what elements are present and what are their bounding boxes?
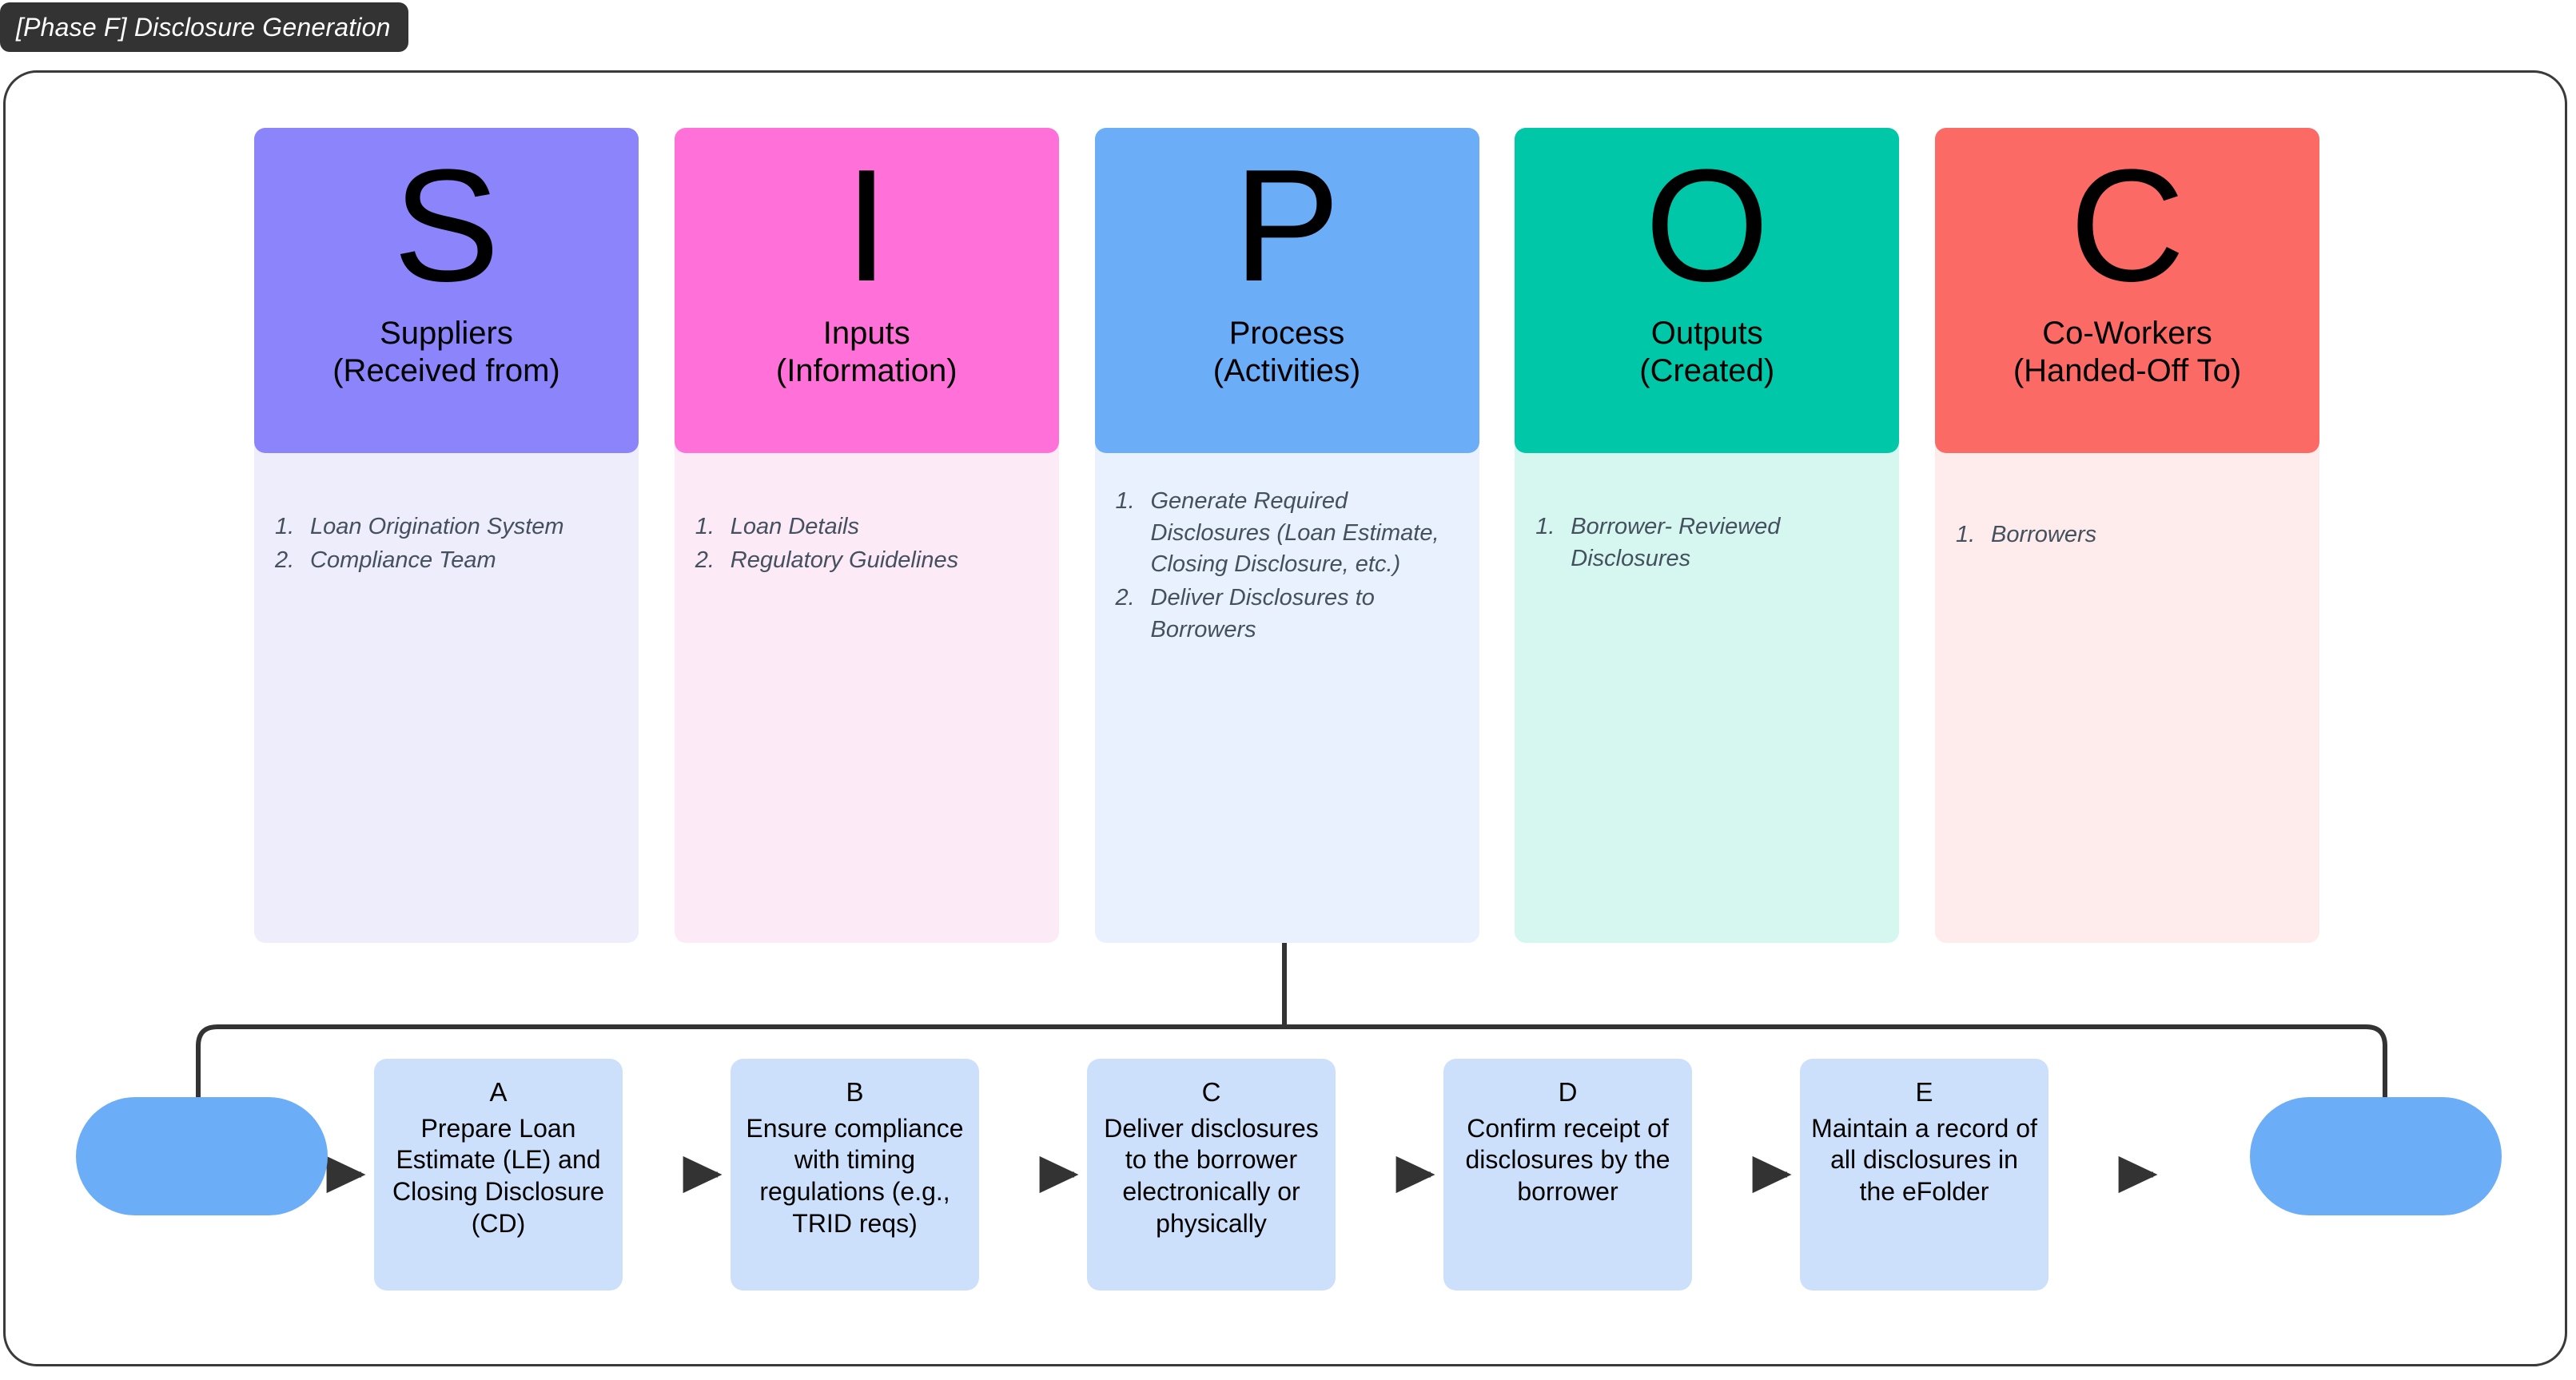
list-item: 1. Generate Required Disclosures (Loan E… [1116,486,1459,581]
list-item: 2. Deliver Disclosures to Borrowers [1116,583,1459,646]
sipoc-body-process: 1. Generate Required Disclosures (Loan E… [1094,431,1479,943]
list-item-number: 1. [1535,514,1555,539]
list-item-number: 1. [695,514,715,539]
list-item-text: Compliance Team [310,547,496,573]
sipoc-title-line2: (Activities) [1212,353,1361,389]
list-item-number: 1. [1956,522,1976,547]
sipoc-column-process: 1. Generate Required Disclosures (Loan E… [1094,128,1479,943]
sipoc-letter: S [392,137,500,315]
sipoc-letter: O [1644,137,1770,315]
list-item: 1. Loan Origination System [275,511,618,543]
list-item-number: 2. [275,547,295,573]
sipoc-header-outputs: O Outputs (Created) [1515,128,1900,453]
list-item: 1. Borrowers [1956,519,2299,551]
list-item: 2. Compliance Team [275,545,618,577]
sipoc-title-line1: Process [1228,316,1345,351]
sipoc-column-suppliers: 1. Loan Origination System 2. Compliance… [254,128,639,943]
sipoc-item-list: 1. Borrower- Reviewed Disclosures [1535,511,1878,575]
flow-step-id: A [489,1077,508,1107]
sipoc-title: Co-Workers (Handed-Off To) [2013,315,2241,390]
sipoc-title-line2: (Information) [775,353,958,389]
sipoc-item-list: 1. Borrowers [1956,519,2299,551]
flow-step-text: Confirm receipt of disclosures by the bo… [1465,1113,1670,1206]
flow-step-id: E [1915,1077,1933,1107]
sipoc-title: Inputs (Information) [776,315,958,390]
sipoc-title-line1: Outputs [1650,316,1763,351]
list-item-number: 2. [695,547,715,573]
flow-step-id: B [846,1077,864,1107]
sipoc-body-outputs: 1. Borrower- Reviewed Disclosures [1515,431,1900,943]
list-item-text: Deliver Disclosures to Borrowers [1150,585,1375,642]
sipoc-body-coworkers: 1. Borrowers [1935,431,2319,943]
list-item-text: Borrowers [1991,522,2097,547]
sipoc-column-coworkers: 1. Borrowers C Co-Workers (Handed-Off To… [1935,128,2319,943]
sipoc-title: Outputs (Created) [1639,315,1774,390]
sipoc-body-inputs: 1. Loan Details 2. Regulatory Guidelines [674,431,1059,943]
sipoc-column-outputs: 1. Borrower- Reviewed Disclosures O Outp… [1515,128,1900,943]
sipoc-columns: 1. Loan Origination System 2. Compliance… [254,128,2319,943]
flow-step-text: Maintain a record of all disclosures in … [1811,1113,2037,1206]
sipoc-letter: C [2069,137,2185,315]
sipoc-header-suppliers: S Suppliers (Received from) [254,128,639,453]
flow-step-e[interactable]: E Maintain a record of all disclosures i… [1800,1059,2048,1291]
sipoc-title-line1: Suppliers [380,316,513,351]
flow-step-b[interactable]: B Ensure compliance with timing regulati… [731,1059,979,1291]
flow-step-c[interactable]: C Deliver disclosures to the borrower el… [1087,1059,1336,1291]
flow-step-d[interactable]: D Confirm receipt of disclosures by the … [1443,1059,1692,1291]
flow-step-text: Ensure compliance with timing regulation… [746,1113,964,1238]
sipoc-body-suppliers: 1. Loan Origination System 2. Compliance… [254,431,639,943]
list-item: 1. Borrower- Reviewed Disclosures [1535,511,1878,575]
list-item-number: 2. [1115,585,1135,611]
flow-step-id: D [1558,1077,1578,1107]
sipoc-header-inputs: I Inputs (Information) [674,128,1059,453]
sipoc-letter: P [1233,137,1340,315]
list-item-text: Loan Details [730,514,859,539]
flow-start-terminator[interactable] [76,1097,328,1215]
sipoc-title-line2: (Handed-Off To) [2013,353,2242,389]
sipoc-title-line1: Inputs [822,316,910,351]
flow-step-id: C [1201,1077,1221,1107]
phase-title-badge: [Phase F] Disclosure Generation [0,2,408,52]
sipoc-title: Process (Activities) [1213,315,1360,390]
list-item-text: Loan Origination System [310,514,564,539]
sipoc-title-line1: Co-Workers [2042,316,2212,351]
sipoc-title-line2: (Received from) [332,353,560,389]
list-item: 2. Regulatory Guidelines [695,545,1038,577]
flow-end-terminator[interactable] [2250,1097,2502,1215]
flow-step-text: Deliver disclosures to the borrower elec… [1104,1113,1319,1238]
sipoc-title: Suppliers (Received from) [332,315,560,390]
sipoc-header-process: P Process (Activities) [1094,128,1479,453]
list-item-number: 1. [1115,488,1135,514]
list-item-number: 1. [275,514,295,539]
sipoc-column-inputs: 1. Loan Details 2. Regulatory Guidelines… [674,128,1059,943]
flow-step-text: Prepare Loan Estimate (LE) and Closing D… [392,1113,604,1238]
sipoc-header-coworkers: C Co-Workers (Handed-Off To) [1935,128,2319,453]
list-item-text: Generate Required Disclosures (Loan Esti… [1150,488,1439,578]
list-item: 1. Loan Details [695,511,1038,543]
list-item-text: Regulatory Guidelines [730,547,959,573]
flow-step-a[interactable]: A Prepare Loan Estimate (LE) and Closing… [374,1059,623,1291]
list-item-text: Borrower- Reviewed Disclosures [1571,514,1781,571]
sipoc-item-list: 1. Loan Origination System 2. Compliance… [275,511,618,576]
process-flow-row: A Prepare Loan Estimate (LE) and Closing… [72,1059,2506,1298]
sipoc-letter: I [844,137,890,315]
sipoc-item-list: 1. Loan Details 2. Regulatory Guidelines [695,511,1038,576]
sipoc-item-list: 1. Generate Required Disclosures (Loan E… [1116,486,1459,646]
sipoc-title-line2: (Created) [1639,353,1775,389]
phase-title-label: [Phase F] Disclosure Generation [16,12,391,42]
